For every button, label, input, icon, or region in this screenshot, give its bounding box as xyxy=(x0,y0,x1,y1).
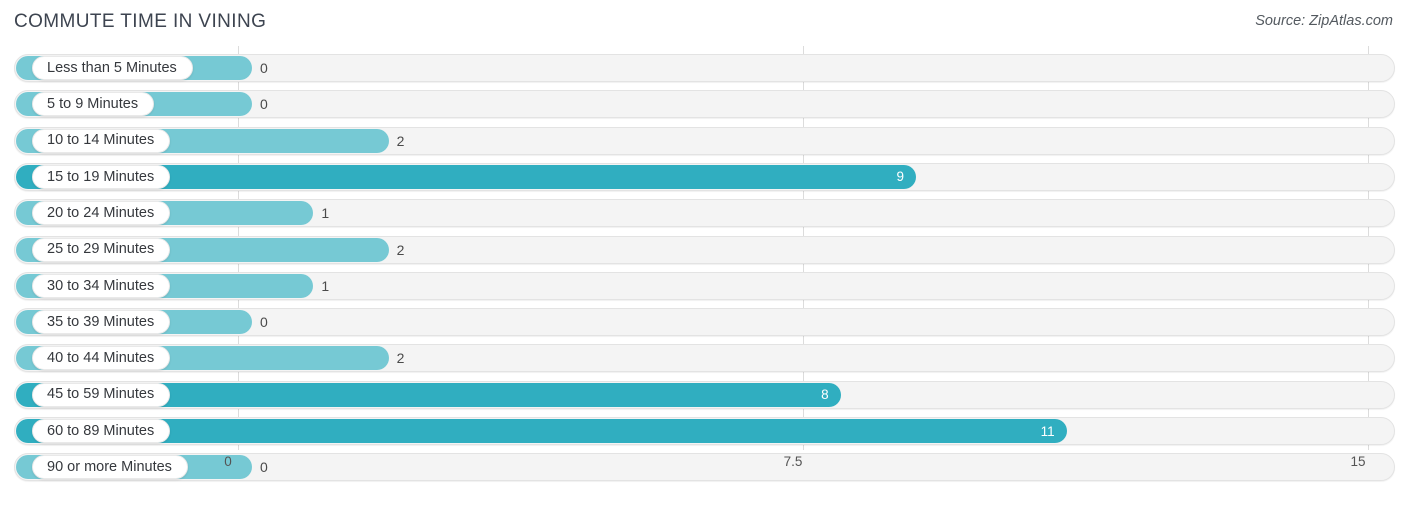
bar-category-label-text: 40 to 44 Minutes xyxy=(47,350,155,367)
bar-category-label: 10 to 14 Minutes xyxy=(32,128,171,153)
bar-category-label: 45 to 59 Minutes xyxy=(32,382,171,407)
bar-value-label: 0 xyxy=(260,96,268,113)
bar-category-label-text: 60 to 89 Minutes xyxy=(47,422,155,439)
bar-value-label: 2 xyxy=(396,132,405,149)
bar-category-label-text: Less than 5 Minutes xyxy=(47,59,177,76)
bar-category-label: 35 to 39 Minutes xyxy=(32,310,171,335)
bar-value-label: 2 xyxy=(396,241,405,258)
bar-category-label-text: 20 to 24 Minutes xyxy=(47,204,155,221)
x-axis-tick-label: 15 xyxy=(1350,454,1366,469)
bar-value-label: 1 xyxy=(321,277,330,294)
bar-row[interactable]: 30 to 34 Minutes 1 xyxy=(14,271,1395,300)
bar-value-label: 8 xyxy=(821,387,829,403)
chart-header: COMMUTE TIME IN VINING Source: ZipAtlas.… xyxy=(0,0,1406,46)
bar-category-label-text: 5 to 9 Minutes xyxy=(47,96,139,113)
bar-row[interactable]: 35 to 39 Minutes 0 xyxy=(14,308,1395,337)
bar-category-label: 20 to 24 Minutes xyxy=(32,201,171,226)
bar-row[interactable]: 20 to 24 Minutes 1 xyxy=(14,199,1395,228)
bar-row[interactable]: 25 to 29 Minutes 2 xyxy=(14,235,1395,264)
bar-category-label: 15 to 19 Minutes xyxy=(32,164,171,189)
bar-category-label-text: 15 to 19 Minutes xyxy=(47,168,155,185)
bar-category-label-text: 10 to 14 Minutes xyxy=(47,132,155,149)
bar-value-label: 11 xyxy=(1040,423,1055,439)
x-axis-tick-label: 0 xyxy=(224,454,232,469)
x-axis: 0 7.5 15 xyxy=(0,450,1406,486)
bar-value-label: 1 xyxy=(321,205,330,222)
bar-category-label: 30 to 34 Minutes xyxy=(32,273,171,298)
bar-row[interactable]: Less than 5 Minutes 0 xyxy=(14,54,1395,82)
bar-row[interactable]: 45 to 59 Minutes 8 xyxy=(14,380,1395,409)
bar-value-label: 0 xyxy=(260,314,268,331)
bar[interactable] xyxy=(16,419,1067,443)
source-attribution: Source: ZipAtlas.com xyxy=(1255,13,1393,29)
bar-row[interactable]: 5 to 9 Minutes 0 xyxy=(14,90,1395,119)
bar-category-label: 5 to 9 Minutes xyxy=(32,92,155,117)
bar-row[interactable]: 15 to 19 Minutes 9 xyxy=(14,162,1395,191)
bar-category-label: 25 to 29 Minutes xyxy=(32,237,171,262)
bar-row[interactable]: 60 to 89 Minutes 11 xyxy=(14,417,1395,445)
x-axis-tick-label: 7.5 xyxy=(783,454,803,469)
bar-value-label: 0 xyxy=(260,60,268,76)
page-title: COMMUTE TIME IN VINING xyxy=(14,11,267,32)
bar-category-label: 40 to 44 Minutes xyxy=(32,346,171,371)
bar-category-label-text: 25 to 29 Minutes xyxy=(47,241,155,258)
bar-value-label: 2 xyxy=(396,350,405,367)
bar-rows-container: Less than 5 Minutes 0 5 to 9 Minutes 0 10 to… xyxy=(0,46,1406,486)
bar-category-label-text: 35 to 39 Minutes xyxy=(47,313,155,330)
bar-row[interactable]: 40 to 44 Minutes 2 xyxy=(14,344,1395,373)
bar-category-label: 60 to 89 Minutes xyxy=(32,419,171,443)
bar-category-label-text: 45 to 59 Minutes xyxy=(47,386,155,403)
bar-row[interactable]: 10 to 14 Minutes 2 xyxy=(14,126,1395,155)
bar-category-label: Less than 5 Minutes xyxy=(32,56,193,80)
bar-value-label: 9 xyxy=(896,169,904,185)
bar-category-label-text: 30 to 34 Minutes xyxy=(47,277,155,294)
chart-plot-area: Less than 5 Minutes 0 5 to 9 Minutes 0 10 to… xyxy=(0,46,1406,486)
